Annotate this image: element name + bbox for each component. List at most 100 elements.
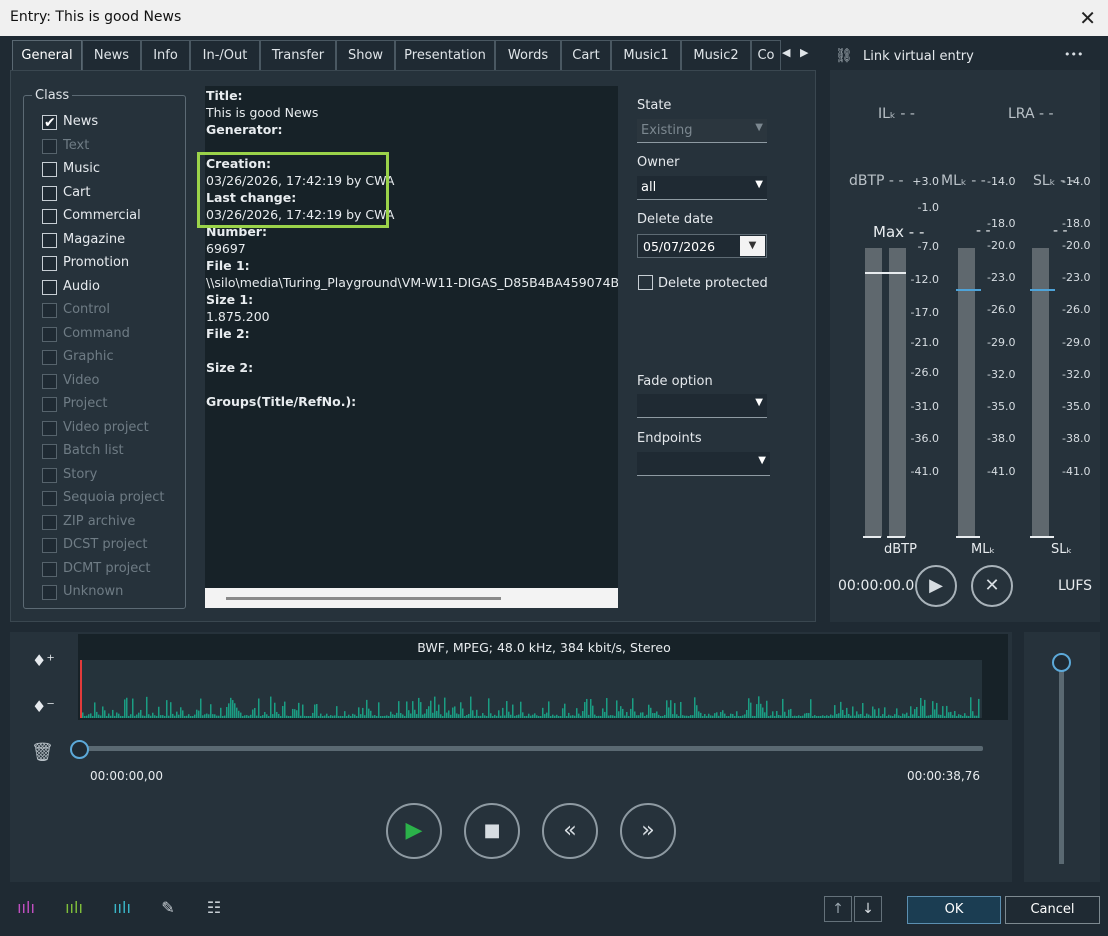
tab-in-out[interactable]: In-/Out xyxy=(190,40,260,71)
state-dropdown[interactable]: Existing ▼ xyxy=(637,119,767,143)
stop-icon[interactable]: ■ xyxy=(464,803,520,859)
calendar-dropdown-icon[interactable]: ▼ xyxy=(740,236,765,256)
sl-tick-label: -32.0 xyxy=(1062,368,1091,381)
tab-news[interactable]: News xyxy=(82,40,141,71)
music-tool-icon[interactable]: ıılı xyxy=(12,894,40,922)
link-icon[interactable]: ⛓ xyxy=(835,48,853,64)
remove-marker-icon[interactable]: ♦⁻ xyxy=(32,697,55,716)
ml-tick-label: -41.0 xyxy=(987,465,1016,478)
dbtp-readout: dBTP - - xyxy=(849,173,904,189)
tab-info[interactable]: Info xyxy=(141,40,190,71)
class-option-audio[interactable]: Audio xyxy=(42,278,192,298)
class-option-video: Video xyxy=(42,372,192,392)
check-icon: ✔ xyxy=(44,115,56,131)
class-option-magazine[interactable]: Magazine xyxy=(42,231,192,251)
class-option-label: ZIP archive xyxy=(63,513,136,529)
tab-music2[interactable]: Music2 xyxy=(681,40,751,71)
class-option-commercial[interactable]: Commercial xyxy=(42,207,192,227)
position-slider-handle[interactable] xyxy=(70,740,89,759)
checkbox[interactable] xyxy=(42,209,57,224)
cancel-button[interactable]: Cancel xyxy=(1005,896,1100,924)
tab-cart[interactable]: Cart xyxy=(561,40,611,71)
sl-target-marker xyxy=(1030,289,1055,291)
sl-tick-label: -26.0 xyxy=(1062,303,1091,316)
ml-tick-label: -38.0 xyxy=(987,432,1016,445)
delete-date-picker[interactable]: 05/07/2026 ▼ xyxy=(637,234,767,258)
tab-general[interactable]: General xyxy=(12,40,82,71)
delete-protected-checkbox[interactable] xyxy=(638,275,653,290)
position-slider-track[interactable] xyxy=(80,746,983,751)
scrollbar-thumb[interactable] xyxy=(226,597,501,600)
endpoints-dropdown[interactable]: ▼ xyxy=(637,452,770,476)
class-option-video-project: Video project xyxy=(42,419,192,439)
move-up-icon[interactable]: ↑ xyxy=(824,896,852,922)
fade-option-dropdown[interactable]: ▼ xyxy=(637,394,767,418)
tab-transfer[interactable]: Transfer xyxy=(260,40,336,71)
checkbox xyxy=(42,373,57,389)
class-option-news[interactable]: ✔ News xyxy=(42,113,192,133)
class-option-unknown: Unknown xyxy=(42,583,192,603)
link-virtual-entry-label[interactable]: Link virtual entry xyxy=(863,49,974,64)
waveform-graphic xyxy=(80,660,980,718)
checkbox[interactable] xyxy=(42,256,57,271)
edit-tool-icon[interactable]: ıılı xyxy=(60,894,88,922)
info-horizontal-scrollbar[interactable] xyxy=(205,588,618,608)
fast-forward-icon[interactable]: » xyxy=(620,803,676,859)
class-option-music[interactable]: Music xyxy=(42,160,192,180)
ok-button[interactable]: OK xyxy=(907,896,1001,924)
dbtp-tick-label: -17.0 xyxy=(910,306,939,319)
checkbox xyxy=(42,397,57,412)
size1-label: Size 1: xyxy=(206,292,254,307)
meter-play-icon[interactable]: ▶ xyxy=(915,565,957,607)
dbtp-peak-marker xyxy=(865,272,906,274)
tab-scroll-right-icon[interactable]: ▶ xyxy=(800,46,808,59)
split-tool-icon[interactable]: ıılı xyxy=(108,894,136,922)
sl-tick-label: -41.0 xyxy=(1062,465,1091,478)
checkbox xyxy=(42,303,57,318)
close-icon[interactable]: ✕ xyxy=(1079,6,1096,30)
checkbox[interactable] xyxy=(42,232,57,248)
class-option-label: Audio xyxy=(63,278,100,294)
tab-scroll-left-icon[interactable]: ◀ xyxy=(782,46,790,59)
rewind-icon[interactable]: « xyxy=(542,803,598,859)
class-option-promotion[interactable]: Promotion xyxy=(42,254,192,274)
class-option-sequoia-project: Sequoia project xyxy=(42,489,192,509)
play-icon[interactable]: ▶ xyxy=(386,803,442,859)
class-option-label: Control xyxy=(63,302,110,317)
checkbox xyxy=(42,138,57,154)
class-option-cart[interactable]: Cart xyxy=(42,184,192,204)
add-marker-icon[interactable]: ♦⁺ xyxy=(32,651,55,670)
owner-dropdown[interactable]: all ▼ xyxy=(637,176,767,200)
bar-base xyxy=(1030,536,1054,538)
checkbox[interactable] xyxy=(42,162,57,177)
tab-words[interactable]: Words xyxy=(495,40,561,71)
checkbox[interactable] xyxy=(42,279,57,295)
checkbox[interactable] xyxy=(42,185,57,201)
delete-date-label: Delete date xyxy=(637,212,714,227)
more-options-icon[interactable]: ••• xyxy=(1064,48,1083,61)
tab-music1[interactable]: Music1 xyxy=(611,40,681,71)
volume-slider-handle[interactable] xyxy=(1052,653,1071,672)
move-down-icon[interactable]: ↓ xyxy=(854,896,882,922)
waveform-canvas[interactable] xyxy=(80,660,982,718)
checkbox[interactable]: ✔ xyxy=(42,115,57,131)
max-readout: Max - - xyxy=(873,223,925,241)
ml-bar xyxy=(958,248,975,537)
ml-axis-label: MLₖ xyxy=(971,542,995,557)
class-option-dcmt-project: DCMT project xyxy=(42,560,192,580)
trash-icon[interactable]: 🗑 xyxy=(31,742,54,763)
notes-icon[interactable]: ✎ xyxy=(154,894,182,922)
meter-reset-icon[interactable]: ✕ xyxy=(971,565,1013,607)
layout-icon[interactable]: ☷ xyxy=(200,894,228,922)
checkbox xyxy=(42,585,57,600)
dbtp-tick-label: -21.0 xyxy=(910,336,939,349)
playhead-marker xyxy=(80,660,82,718)
tab-show[interactable]: Show xyxy=(336,40,395,71)
class-option-batch-list: Batch list xyxy=(42,442,192,462)
tab-co[interactable]: Co xyxy=(751,40,781,71)
volume-slider-track[interactable] xyxy=(1059,666,1064,864)
tab-presentation[interactable]: Presentation xyxy=(395,40,495,71)
class-option-label: Video project xyxy=(63,419,149,435)
ml-tick-label: -18.0 xyxy=(987,217,1016,230)
checkbox xyxy=(42,514,57,530)
